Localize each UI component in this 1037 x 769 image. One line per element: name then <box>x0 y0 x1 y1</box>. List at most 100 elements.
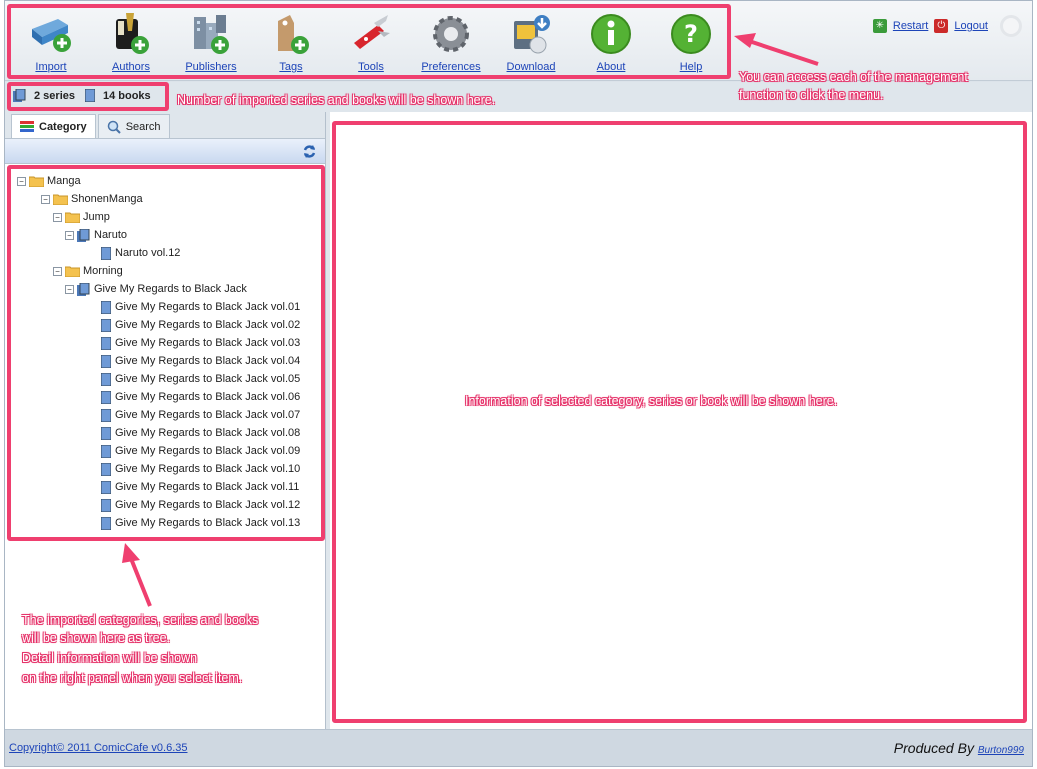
book-icon <box>101 498 111 512</box>
menu-about[interactable]: About <box>571 3 651 77</box>
tree-node-book[interactable]: Give My Regards to Black Jack vol.08 <box>17 424 325 442</box>
tree-node-book[interactable]: Give My Regards to Black Jack vol.06 <box>17 388 325 406</box>
menu-label: Help <box>679 61 703 73</box>
tree-toolbar <box>5 138 325 164</box>
tree-node-book[interactable]: Give My Regards to Black Jack vol.10 <box>17 460 325 478</box>
menu-label: Download <box>506 61 556 73</box>
tree-node-book[interactable]: Give My Regards to Black Jack vol.01 <box>17 298 325 316</box>
tree-node-book[interactable]: Give My Regards to Black Jack vol.05 <box>17 370 325 388</box>
collapse-icon[interactable]: − <box>65 230 74 240</box>
tree-node-jump[interactable]: − Jump <box>17 208 325 226</box>
book-icon <box>101 318 111 332</box>
restart-icon: ✳ <box>872 19 887 33</box>
tree-node-manga[interactable]: − Manga <box>17 172 325 190</box>
menu-authors[interactable]: Authors <box>91 3 171 77</box>
menu-tags[interactable]: Tags <box>251 3 331 77</box>
book-icon <box>101 480 111 494</box>
book-icon <box>101 408 111 422</box>
menu-preferences[interactable]: Preferences <box>411 3 491 77</box>
series-icon <box>77 282 90 296</box>
series-icon <box>13 89 26 102</box>
tree-node-book[interactable]: Give My Regards to Black Jack vol.13 <box>17 514 325 532</box>
book-icon <box>101 426 111 440</box>
menu-publishers[interactable]: Publishers <box>171 3 251 77</box>
tree-node-book[interactable]: Give My Regards to Black Jack vol.03 <box>17 334 325 352</box>
tree-node-shonenmanga[interactable]: − ShonenManga <box>17 190 325 208</box>
menu-label: Import <box>35 61 67 73</box>
tree-node-book[interactable]: Give My Regards to Black Jack vol.11 <box>17 478 325 496</box>
collapse-icon[interactable]: − <box>53 212 62 222</box>
tab-search[interactable]: Search <box>97 114 170 138</box>
menu-label: Preferences <box>421 61 481 73</box>
tree-node-book[interactable]: Give My Regards to Black Jack vol.04 <box>17 352 325 370</box>
tree-node-blackjack[interactable]: − Give My Regards to Black Jack <box>17 280 325 298</box>
annotation-menu-line1: You can access each of the management <box>739 70 968 84</box>
main-menu: Import Authors Publishers Tags Tools Pre… <box>11 3 731 77</box>
blackjack-volumes: Give My Regards to Black Jack vol.01 Give… <box>17 298 325 532</box>
tree-node-book[interactable]: Give My Regards to Black Jack vol.09 <box>17 442 325 460</box>
author-link[interactable]: Burton999 <box>978 745 1024 756</box>
produced-by: Produced By Burton999 <box>893 740 1024 756</box>
loading-indicator <box>1000 15 1022 37</box>
category-icon <box>20 121 34 132</box>
tree-node-book[interactable]: Give My Regards to Black Jack vol.02 <box>17 316 325 334</box>
logout-icon: ⏻ <box>934 19 949 33</box>
menu-import[interactable]: Import <box>11 3 91 77</box>
tags-icon <box>278 15 309 54</box>
annotation-tree-line2: will be shown here as tree. <box>22 631 170 645</box>
logout-link[interactable]: Logout <box>954 20 988 32</box>
folder-icon <box>53 194 68 205</box>
collapse-icon[interactable]: − <box>41 194 50 204</box>
download-icon <box>514 15 550 54</box>
folder-icon <box>65 266 80 277</box>
annotation-counts: Number of imported series and books will… <box>177 93 496 107</box>
help-icon: ? <box>671 14 711 54</box>
svg-text:?: ? <box>684 20 698 48</box>
menu-tools[interactable]: Tools <box>331 3 411 77</box>
book-icon <box>101 444 111 458</box>
menu-label: About <box>596 61 626 73</box>
import-counts: 2 series 14 books <box>9 86 155 105</box>
copyright-link[interactable]: Copyright© 2011 ComicCafe v0.6.35 <box>9 742 188 754</box>
collapse-icon[interactable]: − <box>17 176 26 186</box>
refresh-icon[interactable] <box>302 144 317 159</box>
book-icon <box>101 462 111 476</box>
book-icon <box>84 89 95 102</box>
annotation-tree-line1: The imported categories, series and book… <box>22 613 259 627</box>
book-icon <box>101 246 111 260</box>
menu-label: Publishers <box>185 61 237 73</box>
tree-node-morning[interactable]: − Morning <box>17 262 325 280</box>
annotation-menu-line2: function to click the menu. <box>739 88 884 102</box>
annotation-detail: Information of selected category, series… <box>465 394 838 408</box>
restart-link[interactable]: Restart <box>893 20 928 32</box>
preferences-icon <box>433 16 469 52</box>
import-icon <box>32 19 71 52</box>
menu-label: Authors <box>112 61 150 73</box>
tree-node-naruto[interactable]: − Naruto <box>17 226 325 244</box>
about-icon <box>591 14 631 54</box>
menu-label: Tags <box>279 61 303 73</box>
left-tabs: Category Search <box>5 112 325 138</box>
search-icon <box>107 120 121 134</box>
folder-icon <box>65 212 80 223</box>
tree-node-book[interactable]: Give My Regards to Black Jack vol.07 <box>17 406 325 424</box>
collapse-icon[interactable]: − <box>53 266 62 276</box>
tree-node-book[interactable]: Give My Regards to Black Jack vol.12 <box>17 496 325 514</box>
tree-node-book[interactable]: Naruto vol.12 <box>17 244 325 262</box>
menu-help[interactable]: ? Help <box>651 3 731 77</box>
publishers-icon <box>194 15 229 54</box>
annotation-tree-line4: on the right panel when you select item. <box>22 671 243 685</box>
book-icon <box>101 516 111 530</box>
book-icon <box>101 336 111 350</box>
annotation-tree-line3: Detail information will be shown <box>22 651 198 665</box>
detail-panel <box>330 112 1032 729</box>
authors-icon <box>116 13 149 54</box>
book-icon <box>101 390 111 404</box>
session-controls: ✳ Restart ⏻ Logout <box>872 15 1022 37</box>
collapse-icon[interactable]: − <box>65 284 74 294</box>
tab-category[interactable]: Category <box>11 114 96 138</box>
menu-download[interactable]: Download <box>491 3 571 77</box>
menu-label: Tools <box>358 61 384 73</box>
folder-icon <box>29 176 44 187</box>
series-icon <box>77 228 90 242</box>
